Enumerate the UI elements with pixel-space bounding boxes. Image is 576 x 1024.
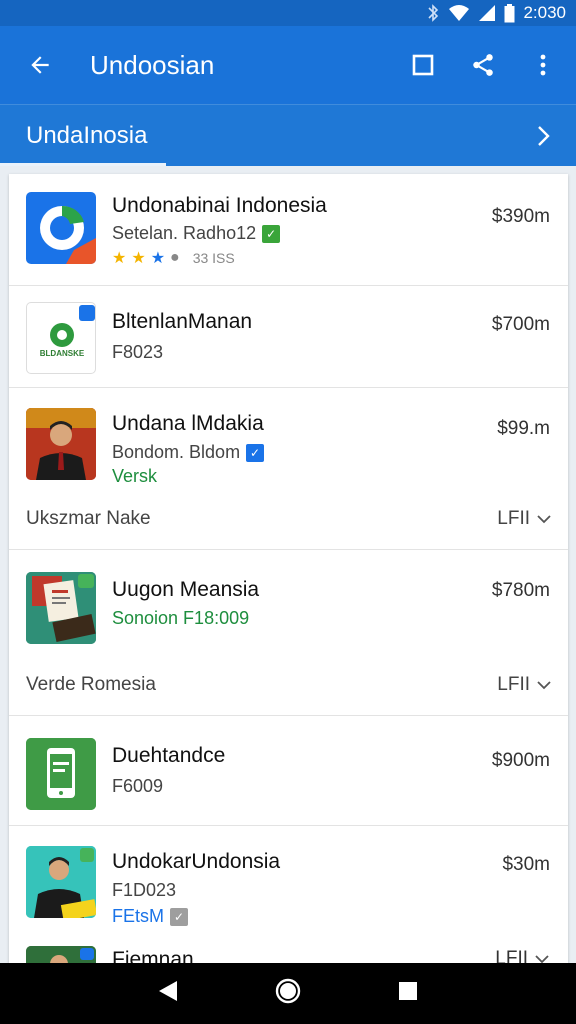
check-badge-icon: ✓ bbox=[170, 907, 188, 926]
category-bar[interactable]: UndaInosia bbox=[0, 104, 576, 166]
item-name: Duehtandce bbox=[112, 744, 226, 767]
more-vert-icon bbox=[540, 54, 546, 76]
app-logo bbox=[26, 572, 96, 644]
item-price: $780m bbox=[491, 580, 550, 601]
person-photo bbox=[26, 846, 96, 918]
logo-caption: BLDANSKE bbox=[39, 349, 85, 358]
item-subtitle-row: Setelan. Radho12 ✓ bbox=[112, 223, 281, 244]
list-item[interactable]: Undana lMdakia Bondom. Bldom ✓ Versk $99… bbox=[9, 388, 568, 496]
list-item[interactable]: Duehtandce F6009 $900m bbox=[9, 716, 568, 826]
star-icon: ★ bbox=[131, 250, 146, 267]
nav-recents-button[interactable] bbox=[397, 980, 419, 1007]
item-subtitle-secondary: FEtsM bbox=[112, 906, 164, 926]
item-subtitle: F8023 bbox=[112, 342, 164, 362]
chevron-down-icon bbox=[537, 680, 551, 689]
app-logo bbox=[26, 192, 96, 264]
list-item[interactable]: Undonabinai Indonesia Setelan. Radho12 ✓… bbox=[9, 174, 568, 286]
item-price: $900m bbox=[491, 750, 550, 771]
nav-back-button[interactable] bbox=[157, 979, 179, 1008]
item-price: $30m bbox=[502, 854, 550, 875]
expand-row-label: Ukszmar Nake bbox=[26, 507, 151, 529]
bluetooth-icon bbox=[426, 4, 440, 22]
list-item[interactable]: Fiemnan LFII bbox=[9, 944, 568, 964]
item-name: Uugon Meansia bbox=[112, 578, 260, 601]
circle-home-icon bbox=[275, 978, 301, 1004]
star-icon: ★ bbox=[112, 250, 127, 267]
arrow-back-icon bbox=[31, 56, 49, 74]
app-logo: BLDANSKE bbox=[26, 302, 96, 374]
app-logo bbox=[26, 738, 96, 810]
item-price: $390m bbox=[491, 206, 550, 227]
item-subtitle: Bondom. Bldom bbox=[112, 442, 241, 462]
item-price: $700m bbox=[491, 314, 550, 335]
item-name: Undana lMdakia bbox=[112, 412, 264, 435]
wifi-icon bbox=[448, 4, 470, 22]
category-label: UndaInosia bbox=[26, 121, 148, 149]
status-time: 2:030 bbox=[523, 3, 566, 22]
person-photo bbox=[26, 946, 96, 964]
list-item[interactable]: BLDANSKE BltenlanManan F8023 $700m bbox=[9, 286, 568, 388]
item-name: BltenlanManan bbox=[112, 310, 253, 333]
verified-badge-icon: ✓ bbox=[246, 443, 265, 462]
verified-badge-icon: ✓ bbox=[262, 224, 281, 243]
bookmark-icon bbox=[412, 54, 434, 76]
item-subtitle: F6009 bbox=[112, 776, 164, 796]
system-nav-bar bbox=[0, 963, 576, 1024]
item-subtitle-row: Bondom. Bldom ✓ bbox=[112, 442, 265, 463]
tab-indicator bbox=[0, 163, 166, 166]
share-button[interactable] bbox=[458, 40, 508, 90]
rating: ★ ★ ★ ● 33 ISS bbox=[112, 248, 235, 268]
rating-text: 33 ISS bbox=[192, 250, 235, 266]
status-bar: 2:030 bbox=[0, 0, 576, 26]
item-name: Fiemnan bbox=[112, 948, 194, 964]
nav-home-button[interactable] bbox=[274, 977, 302, 1010]
chevron-right-icon bbox=[538, 125, 550, 146]
expand-row-value: LFII bbox=[497, 673, 530, 695]
app-bar: Undoosian bbox=[0, 26, 576, 104]
signal-icon bbox=[478, 4, 496, 22]
expand-row[interactable]: Verde Romesia LFII bbox=[9, 654, 568, 716]
item-price: $99.m bbox=[497, 418, 550, 439]
expand-row[interactable]: Ukszmar Nake LFII bbox=[9, 488, 568, 550]
expand-row-value: LFII bbox=[497, 507, 530, 529]
square-recents-icon bbox=[398, 982, 417, 1000]
item-subtitle: F1D023 bbox=[112, 880, 177, 900]
item-subtitle: Sonoion F18:009 bbox=[112, 608, 250, 628]
back-button[interactable] bbox=[8, 26, 72, 104]
more-options-button[interactable] bbox=[518, 40, 568, 90]
item-name: UndokarUndonsia bbox=[112, 850, 281, 873]
expand-row-value: LFII bbox=[495, 948, 528, 964]
item-subtitle-row: FEtsM ✓ bbox=[112, 906, 188, 927]
battery-icon bbox=[504, 3, 515, 23]
paw-icon: ● bbox=[170, 249, 180, 266]
list-item[interactable]: Uugon Meansia Sonoion F18:009 $780m bbox=[9, 550, 568, 654]
list-item[interactable]: UndokarUndonsia F1D023 FEtsM ✓ $30m bbox=[9, 826, 568, 936]
expand-row-label: Verde Romesia bbox=[26, 673, 156, 695]
star-icon: ★ bbox=[150, 250, 166, 267]
person-photo bbox=[26, 408, 96, 480]
results-list: Undonabinai Indonesia Setelan. Radho12 ✓… bbox=[9, 174, 568, 964]
page-title: Undoosian bbox=[90, 49, 215, 80]
item-subtitle: Setelan. Radho12 bbox=[112, 223, 257, 243]
expand-row[interactable]: LFII bbox=[495, 948, 550, 964]
bookmark-button[interactable] bbox=[398, 40, 448, 90]
item-subtitle-secondary: Versk bbox=[112, 466, 158, 486]
item-name: Undonabinai Indonesia bbox=[112, 194, 327, 217]
share-icon bbox=[473, 54, 493, 76]
chevron-down-icon bbox=[537, 514, 551, 523]
triangle-back-icon bbox=[159, 981, 178, 1001]
